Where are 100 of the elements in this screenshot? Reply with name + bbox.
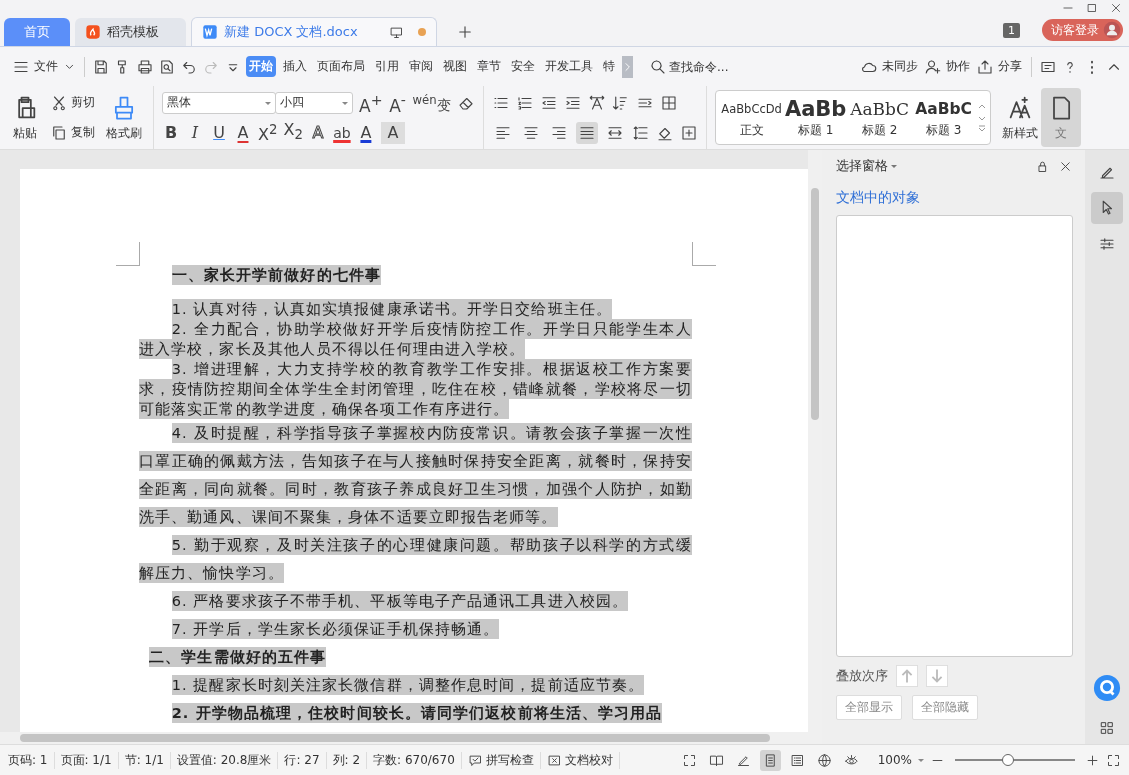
monitor-icon[interactable] — [389, 24, 404, 40]
search-icon — [649, 57, 667, 76]
status-item: 页面: 1/1 — [60, 751, 119, 769]
sliders-icon — [1098, 235, 1116, 253]
copy-button[interactable]: 复制 — [50, 119, 95, 146]
pane-button[interactable]: 全部隐藏 — [912, 695, 978, 720]
eye-icon — [843, 752, 859, 768]
style-option[interactable]: AaBbC 标题 3 — [911, 96, 976, 139]
paragraph: 3. 增进理解，大力支持学校的教育教学工作安排。根据返校工作方案要求，疫情防控期间全体学生全封闭管理，吃住在校，错峰就餐，学校将尽一切可能落实正常的教学进度，确保各项工作有序进行。 — [139, 359, 692, 419]
flame-logo-icon — [85, 24, 101, 40]
style-option[interactable]: AaBb 标题 1 — [783, 96, 848, 139]
format-button[interactable]: ab — [332, 121, 351, 144]
login-button[interactable]: 访客登录 — [1042, 19, 1123, 41]
ribbon-tab[interactable]: 审阅 — [406, 56, 436, 77]
close-icon[interactable] — [1058, 159, 1073, 174]
corner-mark — [116, 242, 140, 266]
ribbon-tab[interactable]: 安全 — [508, 56, 538, 77]
font-tool-button[interactable]: A$^{+}$ — [359, 88, 383, 117]
maximize-icon[interactable] — [1085, 1, 1099, 15]
pane-title[interactable]: 选择窗格 — [836, 158, 888, 175]
cut-button[interactable]: 剪切 — [50, 89, 95, 116]
font-field[interactable]: 黑体 — [162, 91, 276, 114]
ribbon-tab[interactable]: 视图 — [440, 56, 470, 77]
paragraph: 2. 开学物品梳理，住校时间较长。请同学们返校前将生活、学习用品 — [170, 702, 664, 725]
pane-button[interactable]: 全部显示 — [836, 695, 902, 720]
new-tab-icon[interactable] — [456, 23, 474, 41]
border-icon[interactable] — [679, 123, 698, 142]
document-logo-icon — [202, 24, 218, 40]
proofread-button[interactable]: 文档校对 — [546, 751, 620, 769]
outline-icon — [789, 752, 805, 768]
paragraph: 二、学生需做好的五件事 — [148, 646, 328, 669]
share-link[interactable]: 分享 — [998, 58, 1022, 75]
format-button[interactable]: A — [356, 121, 375, 144]
format-button[interactable]: A — [234, 121, 252, 144]
style-option[interactable]: AaBbC 标题 2 — [847, 96, 912, 139]
spell-check-button[interactable]: 拼写检查 — [467, 751, 541, 769]
file-menu[interactable]: 文件 — [34, 58, 58, 75]
unsaved-dot — [418, 28, 426, 36]
close-icon[interactable] — [1109, 1, 1123, 15]
format-button[interactable]: B — [162, 121, 180, 144]
ribbon-tab[interactable]: 章节 — [474, 56, 504, 77]
print-preview-icon[interactable] — [158, 57, 176, 76]
zoom-in-icon[interactable] — [1085, 752, 1100, 768]
zoom-dropdown[interactable]: 100% — [877, 753, 912, 767]
paragraph: 1. 提醒家长时刻关注家长微信群，调整作息时间，提前适应节奏。 — [170, 674, 646, 697]
pane-heading: 文档中的对象 — [836, 189, 921, 207]
status-item: 列: 2 — [332, 751, 368, 769]
status-item: 节: 1/1 — [124, 751, 171, 769]
sort-icon[interactable] — [611, 93, 630, 112]
font-tool-button[interactable]: A$^{-}$ — [388, 88, 407, 117]
scissors-icon — [50, 93, 68, 112]
window-count-badge[interactable]: 1 — [1003, 22, 1020, 38]
ribbon-tab[interactable]: 引用 — [372, 56, 402, 77]
globe-icon — [816, 752, 832, 768]
order-label: 叠放次序 — [836, 667, 888, 685]
ribbon-tab[interactable]: 插入 — [280, 56, 310, 77]
status-item: 设置值: 20.8厘米 — [176, 751, 279, 769]
format-button[interactable]: X$_{2}$ — [283, 118, 303, 147]
new-style-button[interactable]: 新样式 — [998, 86, 1041, 149]
paragraph: 4. 及时提醒，科学指导孩子掌握校内防疫常识。请教会孩子掌握一次性口罩正确的佩戴方法，告知孩子在与人接触时保持安全距离，就餐时，保持安全距离，同向就餐。同时，教育孩子养成良好卫生习惯，加强个人防护，如勤洗手、勤通风、课间不聚集，身体不适要立即报告老师等。 — [139, 422, 692, 529]
table-icon[interactable] — [659, 93, 678, 112]
document-tab[interactable]: 新建 DOCX 文档.docx — [191, 17, 437, 46]
ribbon-tab[interactable]: 开发工具 — [542, 56, 596, 77]
save-icon[interactable] — [92, 57, 110, 76]
format-button[interactable]: X$^{2}$ — [258, 118, 278, 147]
format-button[interactable]: U — [210, 121, 228, 144]
assistant-bubble-icon[interactable] — [1093, 674, 1121, 702]
avatar-icon — [1103, 21, 1121, 39]
paragraph: 1. 认真对待，认真如实填报健康承诺书。开学日交给班主任。 — [170, 299, 613, 319]
horizontal-scrollbar[interactable] — [0, 732, 822, 744]
font-tool-button[interactable]: $^{wén}$变 — [412, 89, 451, 116]
fit-window-icon[interactable] — [1106, 752, 1121, 768]
format-button[interactable]: A — [380, 121, 405, 144]
paragraph: 2. 全力配合，协助学校做好开学后疫情防控工作。开学日只能学生本人进入学校，家长及其他人员不得以任何理由进入学校。 — [139, 319, 692, 359]
format-painter-button[interactable]: 格式刷 — [103, 93, 145, 142]
fullscreen-icon — [681, 752, 697, 768]
command-search-field[interactable]: 查找命令... — [649, 57, 743, 76]
size-field[interactable]: 小四 — [275, 91, 353, 114]
corner-mark — [692, 242, 716, 266]
text-direction-icon[interactable] — [587, 93, 606, 112]
ribbon-tab[interactable]: 特 — [600, 56, 618, 77]
ribbon-tab[interactable]: 页面布局 — [314, 56, 368, 77]
copy-icon — [50, 123, 68, 142]
proofread-icon — [546, 752, 562, 768]
line-spacing-icon[interactable] — [631, 123, 650, 142]
style-option[interactable]: AaBbCcDd 正文 — [719, 96, 784, 139]
paragraph: 5. 勤于观察，及时关注孩子的心理健康问题。帮助孩子以科学的方式缓解压力、愉快学习。 — [139, 534, 692, 585]
add-person-icon[interactable] — [924, 57, 942, 76]
status-item: 页码: 1 — [8, 751, 55, 769]
sync-menu[interactable]: 未同步 — [882, 58, 918, 75]
paste-button[interactable]: 粘贴 — [8, 93, 42, 142]
document-tab[interactable]: 稻壳模板 — [75, 18, 186, 46]
side-tool-button[interactable] — [1091, 192, 1123, 224]
collaborate-link[interactable]: 协作 — [946, 58, 970, 75]
align-justify-icon[interactable] — [575, 121, 598, 144]
paragraph: 一、家长开学前做好的七件事 — [170, 265, 382, 285]
grid-icon[interactable] — [1099, 720, 1115, 736]
print-icon[interactable] — [136, 57, 154, 76]
view-mode-button[interactable] — [759, 749, 781, 771]
format-button[interactable]: I — [186, 121, 204, 144]
